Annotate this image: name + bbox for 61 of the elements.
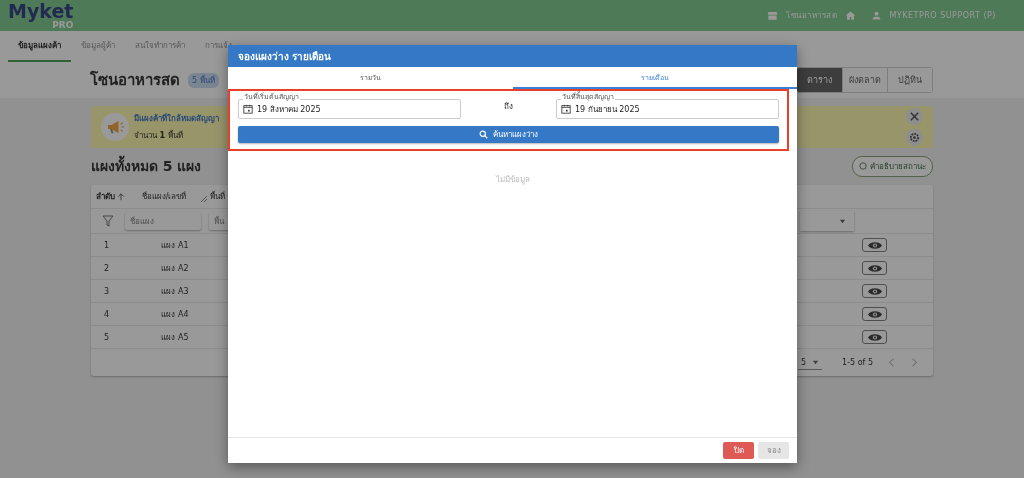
home-icon[interactable] xyxy=(845,10,857,21)
logo-subtitle: PRO xyxy=(52,20,74,30)
empty-message: ไม่มีข้อมูล xyxy=(495,174,530,183)
eye-icon xyxy=(867,263,882,273)
settings-icon xyxy=(909,132,920,143)
view-button[interactable] xyxy=(862,261,887,275)
search-button[interactable]: ค้นหาแผงว่าง xyxy=(238,126,779,143)
alert-text: จำนวน 1 พื้นที่ xyxy=(134,129,184,142)
table-cell-text: 2 xyxy=(103,263,111,273)
section-heading: แผงทั้งหมด 5 แผง xyxy=(91,155,202,177)
calendar-icon xyxy=(561,104,571,114)
next-page-icon[interactable] xyxy=(911,358,917,367)
megaphone-icon xyxy=(101,113,129,141)
search-icon xyxy=(479,130,488,139)
table-cell-text: แผง A4 xyxy=(160,308,190,321)
nav-tab[interactable]: ข้อมูลแผงค้า xyxy=(8,31,71,62)
table-cell-text: 4 xyxy=(103,309,111,319)
eye-icon xyxy=(867,240,882,250)
sort-icon[interactable] xyxy=(117,192,125,201)
close-button[interactable]: ปิด xyxy=(723,442,754,459)
table-cell-text: แผง A1 xyxy=(160,239,190,252)
eye-icon xyxy=(867,309,882,319)
count-badge: 5 พื้นที่ xyxy=(188,72,219,88)
column-header[interactable]: ลำดับ xyxy=(91,190,128,203)
view-button[interactable] xyxy=(862,307,887,321)
view-toggle[interactable]: ตาราง xyxy=(797,68,842,92)
status-legend-button[interactable]: คำอธิบายสถานะ xyxy=(852,155,933,177)
previous-page-icon[interactable] xyxy=(889,358,895,367)
settings-button[interactable] xyxy=(906,129,923,146)
page-range: 1-5 of 5 xyxy=(842,358,873,367)
column-header[interactable]: ชื่อแผง/เลขที่ xyxy=(128,190,200,203)
nav-tab[interactable]: สนใจทำการค้า xyxy=(125,31,195,62)
caret-icon xyxy=(812,358,820,366)
column-header[interactable]: พื้นที่ xyxy=(210,190,225,203)
view-button[interactable] xyxy=(862,330,887,344)
view-toggle[interactable]: ปฏิทิน xyxy=(887,68,932,92)
resize-icon[interactable] xyxy=(200,194,208,203)
table-cell-text: แผง A3 xyxy=(160,285,190,298)
logo: Myket xyxy=(8,1,74,21)
table-cell-text: 3 xyxy=(103,286,111,296)
eye-icon xyxy=(867,332,882,342)
page-title: โซนอาหารสด xyxy=(90,70,180,91)
view-button[interactable] xyxy=(862,238,887,252)
nav-tab[interactable]: ข้อมูลผู้ค้า xyxy=(71,31,125,62)
table-cell-text: แผง A2 xyxy=(160,262,190,275)
calendar-icon xyxy=(243,104,253,114)
eye-icon xyxy=(867,286,882,296)
close-icon xyxy=(909,111,920,122)
help-icon xyxy=(859,162,867,170)
close-button[interactable] xyxy=(906,108,923,125)
dialog-title: จองแผงว่าง รายเดือน xyxy=(238,49,332,64)
filter-field[interactable]: ชื่อแผง xyxy=(125,212,201,230)
alert-title: มีแผงค้าที่ใกล้หมดสัญญา xyxy=(134,112,219,125)
table-cell-text: 1 xyxy=(103,240,111,250)
user-icon[interactable] xyxy=(872,11,882,20)
table-cell-text: แผง A5 xyxy=(160,331,190,344)
store-icon[interactable] xyxy=(767,10,779,21)
range-separator: ถึง xyxy=(503,101,514,113)
view-button[interactable] xyxy=(862,284,887,298)
table-cell-text: 5 xyxy=(103,332,111,342)
caret-icon xyxy=(839,217,846,225)
